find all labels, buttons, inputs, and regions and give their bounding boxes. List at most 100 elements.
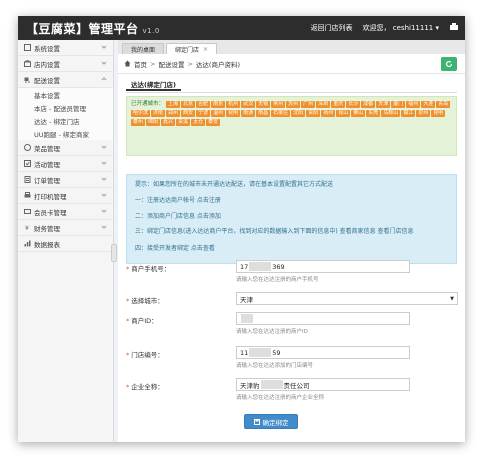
store-no-help: 请输入您在达达添加的门店编号: [236, 363, 314, 369]
city-tag: 苏州: [286, 101, 301, 108]
city-tag: 泰州: [131, 119, 146, 126]
redacted-mask: [241, 314, 253, 323]
open-cities-box: 已开通城市： 上海 北京 合肥 南京 杭州 武汉 无锡 常州 苏州 广州 深圳 重庆 长沙 成都 天津 厦门 福州…: [126, 96, 457, 156]
merchant-id-input[interactable]: [236, 312, 410, 325]
sidebar-item-printer-management[interactable]: 打印机管理: [18, 188, 113, 204]
sidebar-item-finance-management[interactable]: ¥ 财务管理: [18, 220, 113, 236]
username[interactable]: ceshi11111: [393, 24, 433, 32]
open-cities-label: 已开通城市：: [131, 101, 165, 107]
city-tag: 长沙: [346, 101, 361, 108]
phone-input[interactable]: 17 369: [236, 260, 410, 273]
city-tag: 马鞍山: [381, 110, 401, 117]
sidebar-collapse-handle[interactable]: [111, 244, 117, 262]
sidebar-item-delivery-settings[interactable]: 配送设置: [18, 72, 113, 88]
city-tag: 重庆: [331, 101, 346, 108]
chevron-down-icon: [101, 61, 107, 65]
sidebar-item-store-settings[interactable]: 店内设置: [18, 56, 113, 72]
city-tag: 太仓: [191, 119, 206, 126]
home-icon: [124, 60, 131, 67]
city-tag: 扬州: [321, 110, 336, 117]
submenu-uu-bind-merchant[interactable]: UU跑腿 - 绑定商家: [18, 127, 113, 140]
app-window: 【豆腐菜】管理平台 v1.0 返回门店列表 欢迎您， ceshi11111 ▾ 系…: [18, 16, 465, 442]
report-icon: [24, 240, 31, 247]
city-tag: 南昌: [256, 110, 271, 117]
top-bar: 【豆腐菜】管理平台 v1.0 返回门店列表 欢迎您， ceshi11111 ▾: [18, 16, 465, 40]
settings-icon[interactable]: [449, 23, 459, 31]
city-tag: 温州: [211, 110, 226, 117]
city-tag: 佛山: [351, 110, 366, 117]
refresh-icon: [445, 60, 453, 68]
city-tag: 福州: [406, 101, 421, 108]
phone-label: * 商户手机号：: [126, 265, 171, 273]
city-tag: 北京: [181, 101, 196, 108]
submenu-basic-settings[interactable]: 基本设置: [18, 88, 113, 101]
submenu-courier-management[interactable]: 本店 - 配送员管理: [18, 101, 113, 114]
city-tag: 合肥: [196, 101, 211, 108]
tab-bind-store[interactable]: 绑定门店 ×: [166, 43, 218, 54]
info-step-2: 二：添加商户门店信息 点击添加: [135, 213, 221, 220]
submenu-dada-bind-store[interactable]: 达达 - 绑定门店: [18, 114, 113, 127]
city-tag: 昆明: [226, 110, 241, 117]
city-tag: 绵阳: [146, 119, 161, 126]
sidebar-item-system-settings[interactable]: 系统设置: [18, 40, 113, 56]
company-input[interactable]: 天津豹 责任公司: [236, 378, 410, 391]
dropdown-caret-icon: ▼: [450, 296, 454, 302]
sidebar-item-dish-management[interactable]: 菜品管理: [18, 140, 113, 156]
info-step-4: 四：接受开发者绑定 点击查看: [135, 245, 215, 252]
svg-text:¥: ¥: [25, 225, 29, 231]
city-tag: 深圳: [316, 101, 331, 108]
panel-title: 达达(绑定门店): [126, 78, 181, 91]
city-tag: 厦门: [391, 101, 406, 108]
sidebar: 系统设置 店内设置 配送设置 基本设置 本店 - 配送员管理 达达 - 绑定门店…: [18, 40, 114, 442]
delivery-settings-icon: [24, 77, 30, 83]
city-tag: 青岛: [436, 101, 451, 108]
breadcrumb-current: 达达(商户资料): [195, 60, 240, 69]
city-tag: 泰安: [206, 119, 221, 126]
breadcrumb-separator: >: [150, 59, 156, 68]
city-tag: 贵阳: [306, 110, 321, 117]
breadcrumb-home[interactable]: 首页: [134, 59, 147, 69]
phone-help: 请输入您在达达注册的商户手机号: [236, 277, 319, 283]
city-tag: 常州: [271, 101, 286, 108]
redacted-mask: [249, 262, 272, 271]
company-help: 请输入您在达达注册的商户企业全称: [236, 395, 325, 401]
city-tag: 昆明: [431, 110, 446, 117]
merchant-id-help: 请输入您在达达注册的商户ID: [236, 329, 308, 335]
store-no-input[interactable]: 11 59: [236, 346, 410, 359]
store-settings-icon: [24, 60, 31, 67]
redacted-mask: [249, 348, 272, 357]
city-tag: 南京: [211, 101, 226, 108]
sidebar-item-data-report[interactable]: 数据报表: [18, 236, 113, 252]
tab-my-desktop[interactable]: 我的桌面: [122, 43, 165, 54]
confirm-bind-button[interactable]: 确定绑定: [244, 414, 298, 429]
app-version: v1.0: [142, 27, 160, 35]
city-tag: 西安: [181, 110, 196, 117]
chevron-down-icon: [101, 225, 107, 229]
finance-icon: ¥: [25, 225, 29, 231]
save-icon: [253, 418, 260, 425]
sidebar-item-membership-card[interactable]: 会员卡管理: [18, 204, 113, 220]
city-tag: 泉州: [416, 110, 431, 117]
city-tag: 天津: [376, 101, 391, 108]
city-tag-list: 上海 北京 合肥 南京 杭州 武汉 无锡 常州 苏州 广州 深圳 重庆 长沙 成都 天津 厦门 福州 大连 青岛哈尔…: [131, 101, 451, 126]
chevron-down-icon: [101, 145, 107, 149]
city-tag: 济南: [151, 110, 166, 117]
sidebar-item-activity-management[interactable]: 活动管理: [18, 156, 113, 172]
city-tag: 沈阳: [291, 110, 306, 117]
breadcrumb-delivery[interactable]: 配送设置: [158, 59, 184, 69]
city-tag: 上海: [166, 101, 181, 108]
company-label: * 企业全称：: [126, 383, 164, 391]
city-tag: 东莞: [366, 110, 381, 117]
city-select[interactable]: 天津 ▼: [236, 292, 458, 305]
city-tag: 昆山: [336, 110, 351, 117]
refresh-button[interactable]: [441, 57, 457, 71]
chevron-down-icon: [101, 45, 107, 49]
order-icon: [24, 176, 31, 183]
sidebar-item-order-management[interactable]: 订单管理: [18, 172, 113, 188]
system-settings-icon: [24, 44, 31, 51]
info-tips-box: 提示：如果您所在的城市未开通达达配送，请在基本设置配置其它方式配送 一：注册达达…: [126, 174, 457, 264]
close-icon[interactable]: ×: [203, 46, 208, 53]
city-tag: 南通: [241, 110, 256, 117]
back-to-stores-link[interactable]: 返回门店列表: [311, 23, 353, 33]
chevron-down-icon: [101, 209, 107, 213]
